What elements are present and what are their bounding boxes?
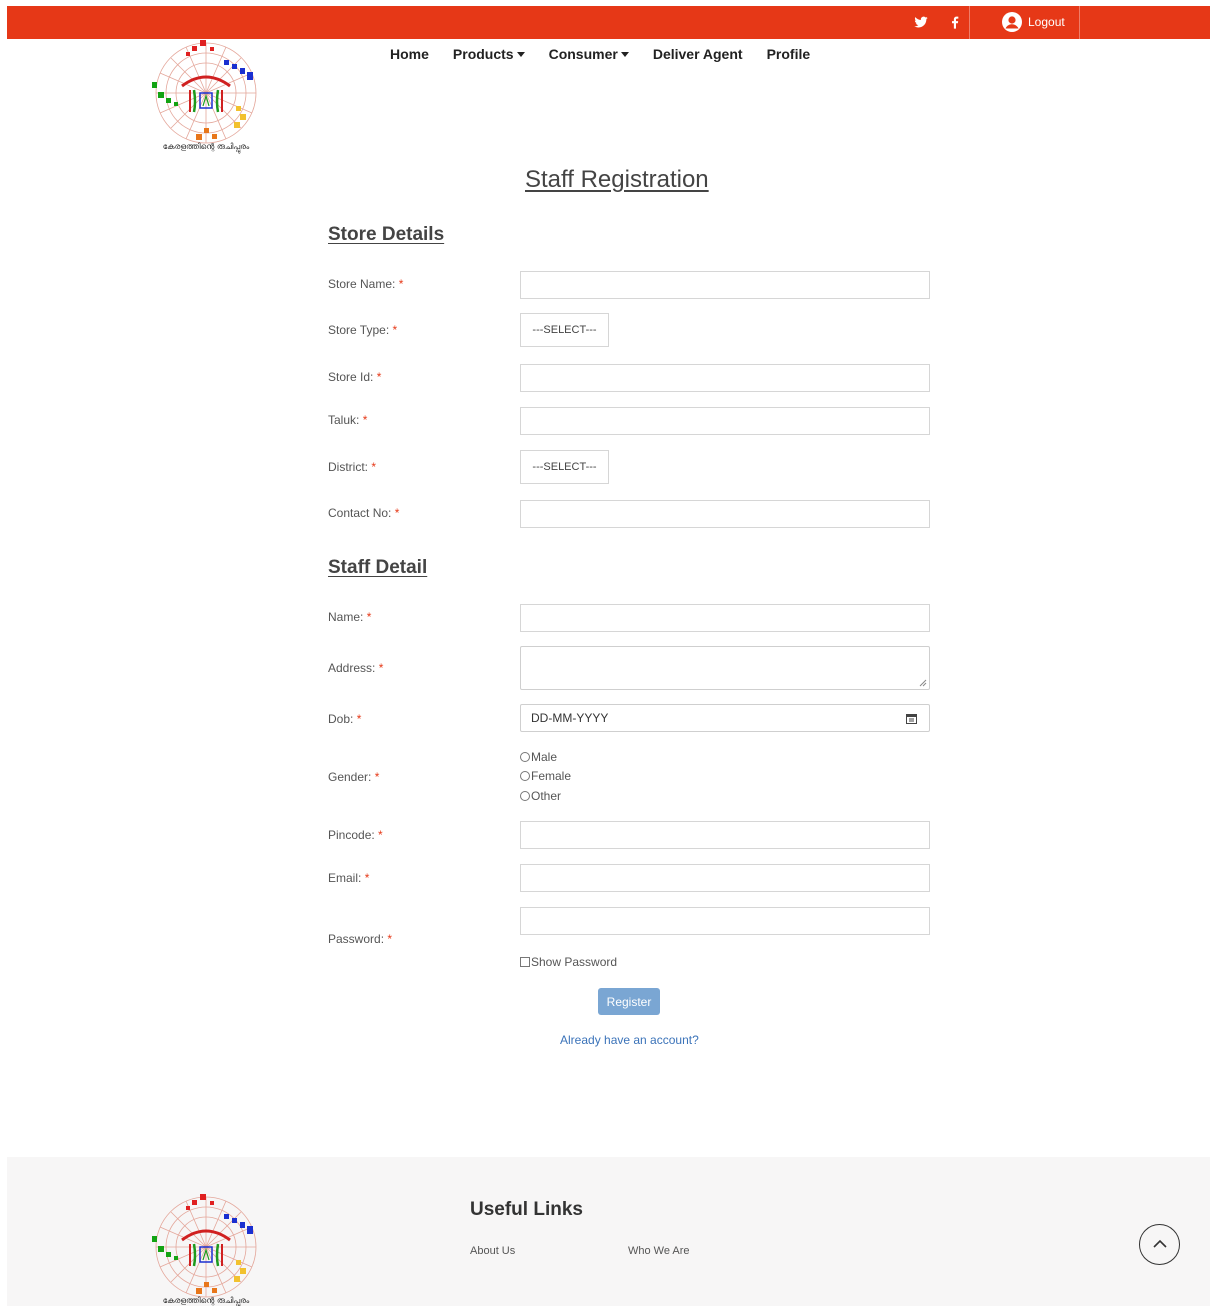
name-input[interactable] [520,604,930,632]
dob-placeholder: DD-MM-YYYY [531,711,609,725]
resize-grip-icon[interactable] [919,679,927,687]
required-mark: * [374,770,380,784]
facebook-icon[interactable] [947,14,963,30]
contact-label: Contact No: * [328,506,400,520]
radio-button[interactable] [520,771,530,781]
staff-detail-heading: Staff Detail [328,557,428,578]
pincode-input[interactable] [520,821,930,849]
user-icon [1002,12,1022,32]
address-label: Address: * [328,661,384,675]
footer-logo[interactable]: കേരളത്തിന്റെ രുചിപ്പുരം [150,1192,262,1306]
district-label: District: * [328,460,377,474]
useful-links-heading: Useful Links [470,1199,583,1220]
store-type-label: Store Type: * [328,323,398,337]
required-mark: * [378,828,383,842]
nav-home-label: Home [390,46,429,62]
required-mark: * [398,277,404,291]
required-mark: * [364,871,370,885]
required-mark: * [371,460,377,474]
taluk-label: Taluk: * [328,413,368,427]
register-button[interactable]: Register [598,988,660,1015]
divider [1079,6,1080,39]
required-mark: * [378,661,384,675]
required-mark: * [392,323,398,337]
calendar-icon[interactable] [906,713,917,724]
twitter-icon[interactable] [913,14,929,30]
taluk-input[interactable] [520,407,930,435]
store-name-input[interactable] [520,271,930,299]
required-mark: * [387,932,393,946]
nav-products[interactable]: Products [441,44,537,64]
required-mark: * [366,610,372,624]
district-select[interactable]: ---SELECT--- [520,450,609,484]
gender-option-other[interactable]: Other [520,789,561,803]
radio-button[interactable] [520,791,530,801]
radio-button[interactable] [520,752,530,762]
name-label: Name: * [328,610,372,624]
required-mark: * [394,506,400,520]
email-label: Email: * [328,871,370,885]
password-input[interactable] [520,907,930,935]
logout-label: Logout [1028,15,1065,29]
nav-profile-label: Profile [766,46,811,62]
nav-home[interactable]: Home [378,44,441,64]
site-logo[interactable]: കേരളത്തിന്റെ രുചിപ്പുരം [150,38,262,154]
dob-label: Dob: * [328,712,362,726]
logo-caption: കേരളത്തിന്റെ രുചിപ്പുരം [163,1296,250,1306]
required-mark: * [362,413,368,427]
gender-option-label: Other [531,789,562,803]
footer-link-who-we-are[interactable]: Who We Are [628,1245,690,1257]
chevron-up-icon [1153,1239,1167,1248]
footer-link-about-us[interactable]: About Us [470,1245,515,1257]
logo-caption: കേരളത്തിന്റെ രുചിപ്പുരം [163,142,250,154]
show-password-label: Show Password [531,955,618,969]
nav-consumer-label: Consumer [548,46,618,62]
store-name-label: Store Name: * [328,277,404,291]
gender-option-female[interactable]: Female [520,769,571,783]
login-link[interactable]: Already have an account? [560,1033,699,1047]
show-password-toggle[interactable]: Show Password [520,955,617,969]
dob-input[interactable]: DD-MM-YYYY [520,704,930,732]
gender-option-label: Female [531,769,572,783]
pincode-label: Pincode: * [328,828,383,842]
password-label: Password: * [328,932,393,946]
nav-consumer[interactable]: Consumer [537,44,641,64]
gender-option-label: Male [531,750,558,764]
divider [969,6,970,39]
page-title: Staff Registration [525,166,709,193]
gender-label: Gender: * [328,770,380,784]
store-details-heading: Store Details [328,224,445,245]
nav-deliver-agent[interactable]: Deliver Agent [641,44,755,64]
nav-deliver-agent-label: Deliver Agent [652,46,743,62]
nav-profile[interactable]: Profile [755,44,823,64]
address-textarea[interactable] [520,646,930,690]
back-to-top-button[interactable] [1139,1224,1180,1265]
caret-down-icon [516,51,525,57]
checkbox[interactable] [520,957,530,967]
email-input[interactable] [520,864,930,892]
top-bar: Logout [7,6,1210,39]
required-mark: * [376,370,382,384]
required-mark: * [356,712,362,726]
logout-button[interactable]: Logout [1002,11,1065,33]
store-type-select[interactable]: ---SELECT--- [520,313,609,347]
gender-option-male[interactable]: Male [520,750,557,764]
nav-products-label: Products [452,46,514,62]
contact-input[interactable] [520,500,930,528]
store-id-input[interactable] [520,364,930,392]
main-nav: Home Products Consumer Deliver Agent Pro… [378,44,822,64]
caret-down-icon [620,51,629,57]
store-id-label: Store Id: * [328,370,382,384]
